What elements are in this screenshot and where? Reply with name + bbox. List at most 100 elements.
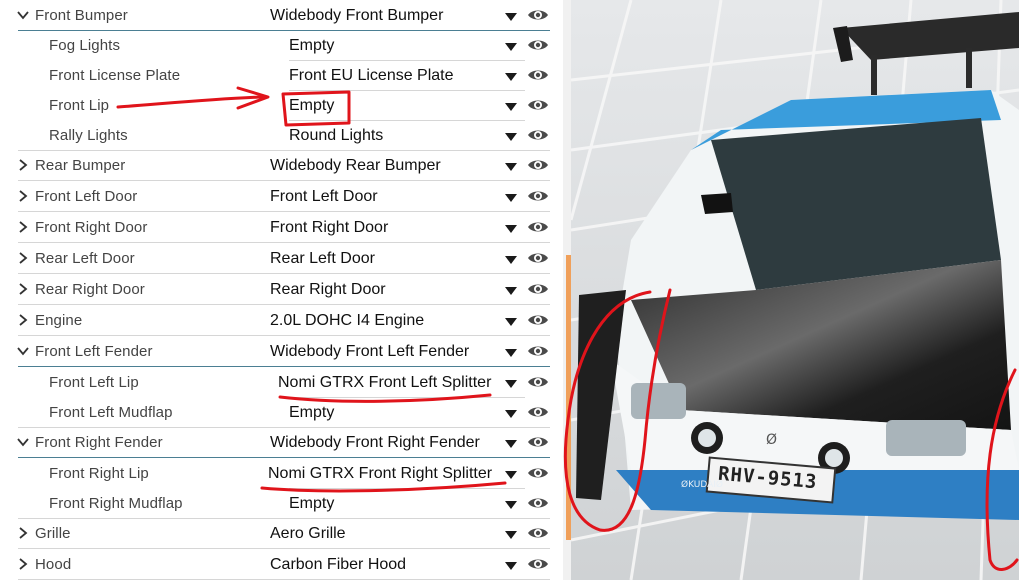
dropdown-arrow-icon[interactable] bbox=[504, 286, 518, 296]
subpart-row: Front License Plate Front EU License Plat… bbox=[0, 61, 563, 91]
eye-icon[interactable] bbox=[527, 250, 549, 266]
dropdown-arrow-icon[interactable] bbox=[504, 348, 518, 358]
parts-panel: Front Bumper Widebody Front Bumper Fog Lig… bbox=[0, 0, 563, 580]
dropdown-arrow-icon[interactable] bbox=[504, 500, 518, 510]
part-label: Front Right Door bbox=[35, 219, 148, 236]
eye-icon[interactable] bbox=[527, 465, 549, 481]
part-label: Front Right Lip bbox=[49, 465, 149, 482]
eye-icon[interactable] bbox=[527, 434, 549, 450]
part-select-value[interactable]: Aero Grille bbox=[270, 525, 346, 543]
eye-icon[interactable] bbox=[527, 312, 549, 328]
subpart-row: Front Lip Empty bbox=[0, 91, 563, 121]
chevron-right-icon[interactable] bbox=[16, 526, 30, 540]
dropdown-arrow-icon[interactable] bbox=[504, 255, 518, 265]
part-label: Hood bbox=[35, 556, 72, 573]
dropdown-arrow-icon[interactable] bbox=[504, 102, 518, 112]
part-row: Front Left Door Front Left Door bbox=[0, 182, 563, 212]
chevron-right-icon[interactable] bbox=[16, 313, 30, 327]
eye-icon[interactable] bbox=[527, 404, 549, 420]
subpart-row: Front Right Lip Nomi GTRX Front Right Spl… bbox=[0, 459, 563, 489]
eye-icon[interactable] bbox=[527, 556, 549, 572]
part-select-value[interactable]: Empty bbox=[289, 37, 334, 55]
part-select-value[interactable]: Nomi GTRX Front Right Splitter bbox=[268, 465, 492, 483]
eye-icon[interactable] bbox=[527, 374, 549, 390]
dropdown-arrow-icon[interactable] bbox=[504, 12, 518, 22]
eye-icon[interactable] bbox=[527, 219, 549, 235]
eye-icon[interactable] bbox=[527, 343, 549, 359]
row-divider bbox=[18, 180, 550, 181]
part-row: Hood Carbon Fiber Hood bbox=[0, 550, 563, 580]
dropdown-arrow-icon[interactable] bbox=[504, 132, 518, 142]
part-label: Front Left Door bbox=[35, 188, 138, 205]
part-select-value[interactable]: Widebody Front Bumper bbox=[270, 7, 443, 25]
vehicle-scene bbox=[571, 0, 1019, 580]
dropdown-arrow-icon[interactable] bbox=[504, 470, 518, 480]
part-select-value[interactable]: Round Lights bbox=[289, 127, 383, 145]
part-row: Rear Left Door Rear Left Door bbox=[0, 244, 563, 274]
dropdown-arrow-icon[interactable] bbox=[504, 530, 518, 540]
part-row: Front Left Fender Widebody Front Left Fen… bbox=[0, 337, 563, 367]
eye-icon[interactable] bbox=[527, 281, 549, 297]
part-select-value[interactable]: Front Left Door bbox=[270, 188, 378, 206]
chevron-right-icon[interactable] bbox=[16, 158, 30, 172]
part-select-value[interactable]: 2.0L DOHC I4 Engine bbox=[270, 312, 424, 330]
part-label: Front Bumper bbox=[35, 7, 128, 24]
dropdown-arrow-icon[interactable] bbox=[504, 72, 518, 82]
part-row: Front Bumper Widebody Front Bumper bbox=[0, 1, 563, 31]
dropdown-arrow-icon[interactable] bbox=[504, 162, 518, 172]
chevron-right-icon[interactable] bbox=[16, 220, 30, 234]
part-select-value[interactable]: Carbon Fiber Hood bbox=[270, 556, 406, 574]
part-select-value[interactable]: Widebody Front Right Fender bbox=[270, 434, 480, 452]
eye-icon[interactable] bbox=[527, 188, 549, 204]
chevron-right-icon[interactable] bbox=[16, 251, 30, 265]
chevron-right-icon[interactable] bbox=[16, 557, 30, 571]
bumper-brand-text: ØKUDAIØ bbox=[681, 480, 723, 490]
part-select-value[interactable]: Rear Right Door bbox=[270, 281, 386, 299]
part-select-value[interactable]: Nomi GTRX Front Left Splitter bbox=[278, 374, 491, 392]
chevron-down-icon[interactable] bbox=[16, 8, 30, 22]
part-select-value[interactable]: Empty bbox=[289, 495, 334, 513]
part-select-value[interactable]: Front EU License Plate bbox=[289, 67, 454, 85]
eye-icon[interactable] bbox=[527, 495, 549, 511]
vehicle-viewport[interactable]: RHV-9513 ØKUDAIØ Ø bbox=[571, 0, 1019, 580]
eye-icon[interactable] bbox=[527, 97, 549, 113]
part-select-value[interactable]: Widebody Rear Bumper bbox=[270, 157, 441, 175]
part-select-value[interactable]: Widebody Front Left Fender bbox=[270, 343, 469, 361]
eye-icon[interactable] bbox=[527, 67, 549, 83]
part-label: Front License Plate bbox=[49, 67, 181, 84]
part-label: Front Right Mudflap bbox=[49, 495, 183, 512]
hood-emblem: Ø bbox=[766, 432, 778, 448]
part-select-value[interactable]: Empty bbox=[289, 97, 334, 115]
eye-icon[interactable] bbox=[527, 37, 549, 53]
part-label: Front Lip bbox=[49, 97, 110, 114]
row-divider bbox=[18, 273, 550, 274]
part-select-value[interactable]: Rear Left Door bbox=[270, 250, 375, 268]
part-label: Grille bbox=[35, 525, 71, 542]
eye-icon[interactable] bbox=[527, 157, 549, 173]
dropdown-arrow-icon[interactable] bbox=[504, 42, 518, 52]
chevron-down-icon[interactable] bbox=[16, 344, 30, 358]
dropdown-arrow-icon[interactable] bbox=[504, 193, 518, 203]
part-row: Front Right Fender Widebody Front Right F… bbox=[0, 428, 563, 458]
part-label: Rear Bumper bbox=[35, 157, 126, 174]
dropdown-arrow-icon[interactable] bbox=[504, 561, 518, 571]
part-row: Grille Aero Grille bbox=[0, 519, 563, 549]
dropdown-arrow-icon[interactable] bbox=[504, 379, 518, 389]
eye-icon[interactable] bbox=[527, 7, 549, 23]
dropdown-arrow-icon[interactable] bbox=[504, 409, 518, 419]
dropdown-arrow-icon[interactable] bbox=[504, 224, 518, 234]
dropdown-arrow-icon[interactable] bbox=[504, 317, 518, 327]
subpart-row: Fog Lights Empty bbox=[0, 31, 563, 61]
part-select-value[interactable]: Front Right Door bbox=[270, 219, 388, 237]
chevron-down-icon[interactable] bbox=[16, 435, 30, 449]
dropdown-arrow-icon[interactable] bbox=[504, 439, 518, 449]
eye-icon[interactable] bbox=[527, 525, 549, 541]
chevron-right-icon[interactable] bbox=[16, 282, 30, 296]
part-label: Rally Lights bbox=[49, 127, 128, 144]
part-row: Rear Bumper Widebody Rear Bumper bbox=[0, 151, 563, 181]
part-label: Rear Right Door bbox=[35, 281, 145, 298]
part-select-value[interactable]: Empty bbox=[289, 404, 334, 422]
subpart-row: Front Left Mudflap Empty bbox=[0, 398, 563, 428]
chevron-right-icon[interactable] bbox=[16, 189, 30, 203]
eye-icon[interactable] bbox=[527, 127, 549, 143]
